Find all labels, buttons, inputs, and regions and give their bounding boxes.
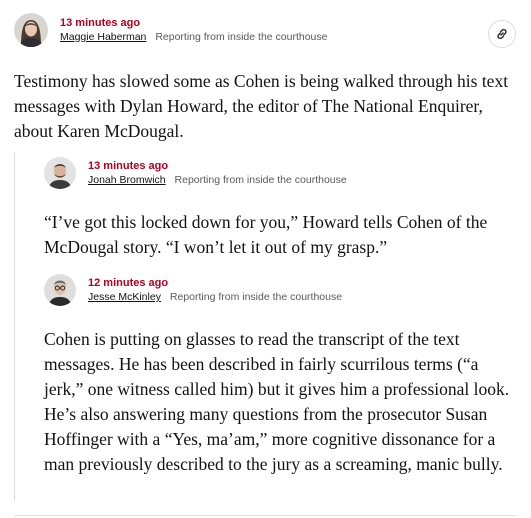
- timestamp: 13 minutes ago: [88, 160, 169, 172]
- timestamp: 12 minutes ago: [88, 277, 169, 289]
- avatar-maggie-haberman[interactable]: [14, 13, 48, 47]
- post-text-1: Testimony has slowed some as Cohen is be…: [14, 71, 509, 141]
- byline: Maggie Haberman Reporting from inside th…: [60, 30, 328, 44]
- post-meta-1: 13 minutes ago Maggie Haberman Reporting…: [60, 16, 328, 44]
- dateline: Reporting from inside the courthouse: [155, 31, 328, 43]
- dateline: Reporting from inside the courthouse: [169, 291, 343, 303]
- link-icon: [497, 28, 507, 40]
- byline: Jesse McKinley Reporting from inside the…: [88, 290, 342, 304]
- avatar-jesse-mckinley[interactable]: [44, 274, 76, 306]
- author-link[interactable]: Jesse McKinley: [88, 291, 161, 303]
- post-text-3: Cohen is putting on glasses to read the …: [44, 329, 510, 474]
- bottom-divider: [14, 515, 516, 516]
- byline: Jonah Bromwich Reporting from inside the…: [88, 173, 347, 187]
- author-link[interactable]: Maggie Haberman: [60, 31, 146, 43]
- post-meta-3: 12 minutes ago Jesse McKinley Reporting …: [88, 276, 342, 304]
- author-link[interactable]: Jonah Bromwich: [88, 174, 166, 186]
- thread-divider: [14, 153, 15, 501]
- timestamp: 13 minutes ago: [60, 17, 141, 29]
- avatar-jonah-bromwich[interactable]: [44, 157, 76, 189]
- copy-link-button[interactable]: [488, 20, 516, 48]
- post-header-2: 13 minutes ago Jonah Bromwich Reporting …: [44, 157, 347, 189]
- dateline: Reporting from inside the courthouse: [174, 174, 347, 186]
- post-meta-2: 13 minutes ago Jonah Bromwich Reporting …: [88, 159, 347, 187]
- post-text-2: “I’ve got this locked down for you,” How…: [44, 212, 488, 257]
- post-header-3: 12 minutes ago Jesse McKinley Reporting …: [44, 274, 342, 306]
- post-header-1: 13 minutes ago Maggie Haberman Reporting…: [14, 13, 328, 47]
